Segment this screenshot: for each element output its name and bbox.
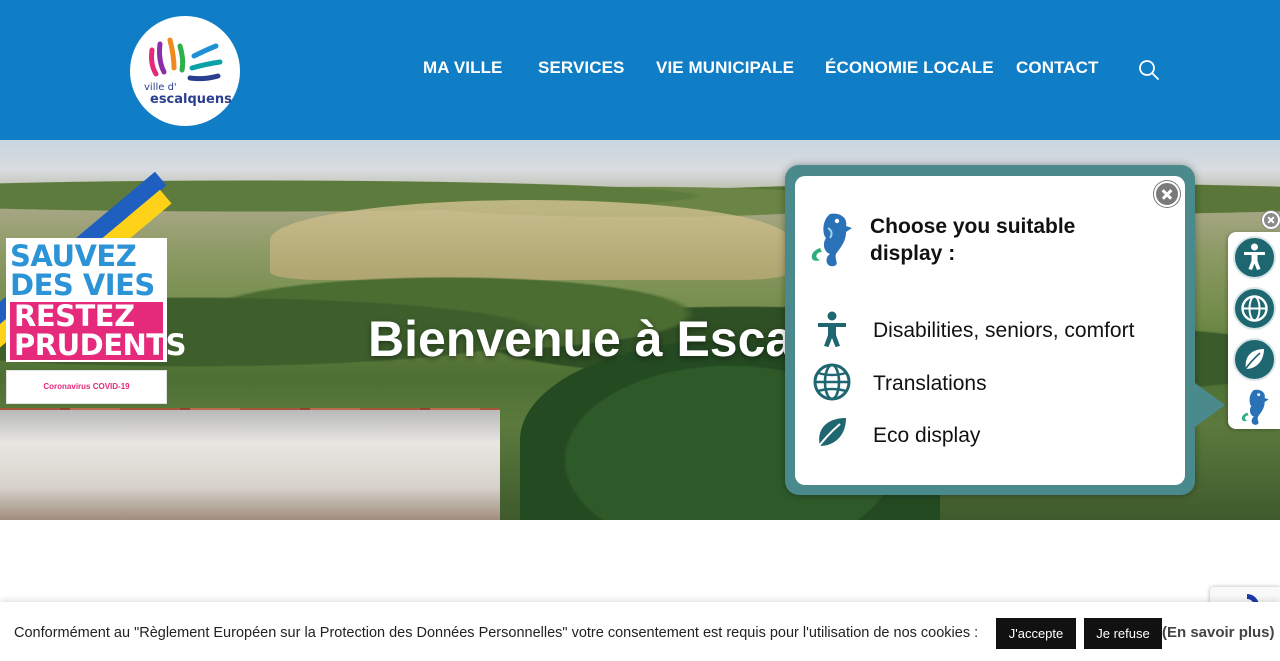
hero-houses [0, 410, 500, 520]
nav-item-contact[interactable]: CONTACT [1016, 58, 1099, 78]
option-translations-label: Translations [873, 372, 987, 395]
toolbar-eco-button[interactable] [1233, 338, 1276, 381]
covid-line-3: RESTEZ [10, 302, 163, 331]
covid-badge[interactable]: SAUVEZ DES VIES RESTEZ PRUDENTS [6, 238, 186, 362]
covid-line-2: DES VIES [10, 268, 155, 302]
cookie-accept-button[interactable]: J'accepte [996, 618, 1076, 649]
cookie-consent-text: Conformément au "Règlement Européen sur … [14, 625, 979, 641]
display-popup-pointer [1195, 383, 1225, 427]
covid-footer[interactable]: Coronavirus COVID-19 [6, 370, 167, 404]
popup-close-icon[interactable] [1154, 181, 1180, 207]
hero-title: Bienvenue à Escalq [368, 311, 838, 367]
logo-text-line2: escalquens [150, 92, 232, 107]
option-disabilities[interactable]: Disabilities, seniors, comfort [812, 309, 1172, 353]
toolbar-translations-button[interactable] [1233, 287, 1276, 330]
option-translations[interactable]: Translations [812, 362, 1172, 406]
nav-item-economie-locale[interactable]: ÉCONOMIE LOCALE [825, 58, 994, 78]
covid-line-1: SAUVEZ [10, 239, 137, 273]
toolbar-accessibility-button[interactable] [1233, 236, 1276, 279]
cookie-refuse-button[interactable]: Je refuse [1084, 618, 1162, 649]
site-header: ville d' escalquens MA VILLE SERVICES VI… [0, 0, 1280, 140]
cookie-consent-bar: Conformément au "Règlement Européen sur … [0, 602, 1280, 661]
seahorse-icon [811, 213, 852, 267]
globe-icon [813, 363, 851, 401]
cookie-more-link[interactable]: (En savoir plus) [1162, 624, 1275, 641]
site-logo[interactable]: ville d' escalquens [130, 16, 240, 126]
search-icon[interactable] [1138, 59, 1160, 81]
option-disabilities-label: Disabilities, seniors, comfort [873, 319, 1135, 342]
option-eco-display[interactable]: Eco display [812, 414, 1172, 458]
accessibility-person-icon [818, 311, 846, 347]
popup-title: Choose you suitable display : [870, 215, 1076, 265]
covid-line-4: PRUDENTS [10, 331, 186, 360]
globe-icon [1241, 295, 1268, 322]
logo-mark-icon [149, 37, 223, 82]
nav-item-services[interactable]: SERVICES [538, 58, 624, 78]
nav-item-vie-municipale[interactable]: VIE MUNICIPALE [656, 58, 794, 78]
leaf-icon [1243, 349, 1264, 372]
leaf-icon [815, 418, 846, 451]
seahorse-icon[interactable] [1237, 386, 1271, 426]
option-eco-display-label: Eco display [873, 424, 981, 447]
toolbar-close-icon[interactable] [1262, 211, 1280, 229]
nav-item-ma-ville[interactable]: MA VILLE [423, 58, 503, 78]
accessibility-person-icon [1244, 243, 1265, 270]
